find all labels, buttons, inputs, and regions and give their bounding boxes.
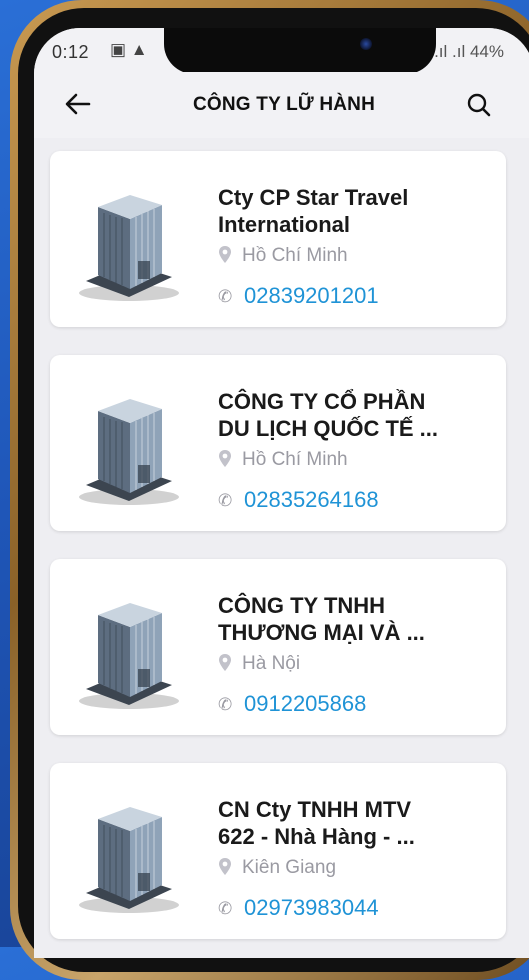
company-card[interactable]: CÔNG TY TNHH THƯƠNG MẠI VÀ ... Hà Nội ✆ 0… [50,559,506,735]
company-card[interactable]: CN Cty TNHH MTV 622 - Nhà Hàng - ... Kiê… [50,763,506,939]
status-bar: 0:12 ▣ ▲ .ıl .ıl 44% [34,28,529,74]
company-location: Hà Nội [218,653,300,679]
location-pin-icon [218,449,232,475]
company-phone[interactable]: ✆ 0912205868 [218,691,366,717]
building-icon [79,195,179,301]
building-icon [79,399,179,505]
phone-icon: ✆ [218,695,233,714]
building-icon [79,807,179,913]
phone-number[interactable]: 02839201201 [244,283,379,308]
phone-number[interactable]: 02973983044 [244,895,379,920]
location-pin-icon [218,653,232,679]
location-pin-icon [218,245,232,271]
company-phone[interactable]: ✆ 02835264168 [218,487,379,513]
location-text: Hà Nội [242,653,301,674]
page-title: CÔNG TY LỮ HÀNH [192,94,376,115]
phone-number[interactable]: 02835264168 [244,487,379,512]
battery-level: 44% [469,42,504,61]
company-card[interactable]: CÔNG TY CỔ PHẦN DU LỊCH QUỐC TẾ ... Hồ C… [50,355,506,531]
search-button[interactable] [462,88,496,122]
location-text: Hồ Chí Minh [242,245,348,266]
notch [164,28,436,74]
phone-number[interactable]: 0912205868 [244,691,366,716]
company-location: Hồ Chí Minh [218,245,348,271]
company-name: CÔNG TY CỔ PHẦN DU LỊCH QUỐC TẾ ... [218,389,438,441]
phone-icon: ✆ [218,287,233,306]
status-signal-battery: .ıl .ıl 44% [434,42,504,62]
search-icon [467,93,491,117]
company-name: Cty CP Star Travel International [218,185,409,237]
company-phone[interactable]: ✆ 02839201201 [218,283,379,309]
phone-icon: ✆ [218,899,233,918]
company-phone[interactable]: ✆ 02973983044 [218,895,379,921]
company-location: Hồ Chí Minh [218,449,348,475]
location-text: Hồ Chí Minh [242,449,348,470]
signal-icon: .ıl .ıl [434,42,470,61]
status-time: 0:12 [52,42,90,62]
location-pin-icon [218,857,232,883]
company-name: CÔNG TY TNHH THƯƠNG MẠI VÀ ... [218,593,425,645]
company-location: Kiên Giang [218,857,336,883]
company-card[interactable]: Cty CP Star Travel International Hồ Chí … [50,151,506,327]
building-icon [79,603,179,709]
app-bar: CÔNG TY LỮ HÀNH [34,72,529,138]
app-screen: 0:12 ▣ ▲ .ıl .ıl 44% CÔNG TY LỮ HÀNH Cty… [34,28,529,958]
front-camera [360,38,372,50]
phone-icon: ✆ [218,491,233,510]
location-text: Kiên Giang [242,857,337,878]
company-name: CN Cty TNHH MTV 622 - Nhà Hàng - ... [218,797,415,849]
notification-icons: ▣ ▲ [110,40,148,59]
